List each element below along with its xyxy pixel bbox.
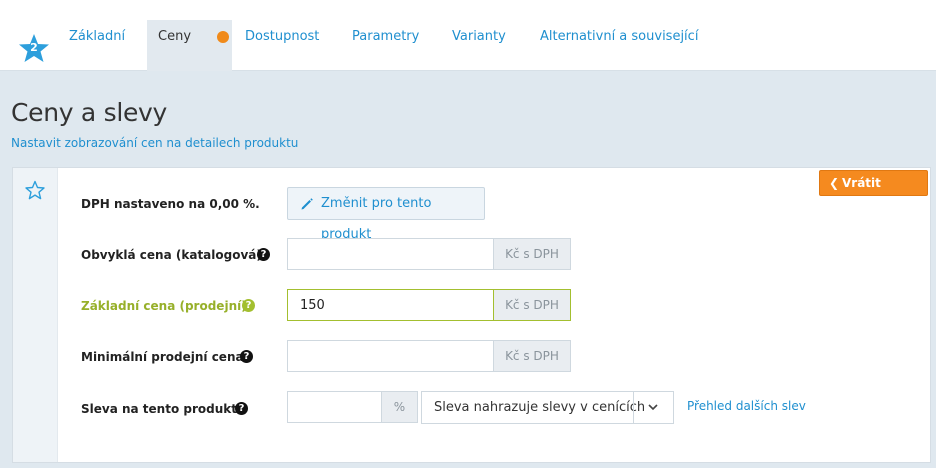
help-icon[interactable]: ? xyxy=(235,402,248,415)
min-price-label: Minimální prodejní cena xyxy=(81,350,244,364)
top-navigation-bar: 2 Základní Ceny Dostupnost Parametry Var… xyxy=(0,0,936,71)
pencil-icon xyxy=(301,198,313,210)
panel-sidebar xyxy=(13,168,58,462)
help-icon[interactable]: ? xyxy=(242,299,255,312)
base-price-input[interactable] xyxy=(287,289,494,321)
tab-label: Alternativní a související xyxy=(540,29,699,44)
favorite-star-icon[interactable] xyxy=(25,180,45,200)
regular-price-input[interactable] xyxy=(287,238,494,270)
change-vat-button[interactable]: Změnit pro tento produkt xyxy=(287,187,485,242)
regular-price-label: Obvyklá cena (katalogová) xyxy=(81,248,262,262)
min-price-input[interactable] xyxy=(287,340,494,372)
tab-alternativni[interactable]: Alternativní a související xyxy=(540,20,698,71)
step-star-badge: 2 xyxy=(18,33,50,63)
tab-zakladni[interactable]: Základní xyxy=(69,20,125,71)
revert-label: Vrátit změnu xyxy=(842,176,887,214)
tab-label: Ceny xyxy=(158,29,192,44)
help-icon[interactable]: ? xyxy=(257,248,270,261)
tab-label: Parametry xyxy=(352,29,420,44)
tab-label: Dostupnost xyxy=(245,29,320,44)
discount-label: Sleva na tento produkt xyxy=(81,402,237,416)
currency-addon: Kč s DPH xyxy=(493,340,571,372)
other-discounts-link[interactable]: Přehled dalších slev xyxy=(687,399,806,413)
select-value: Sleva nahrazuje slevy v cenících xyxy=(434,400,646,415)
tab-varianty[interactable]: Varianty xyxy=(452,20,506,71)
select-divider xyxy=(633,392,634,423)
tab-parametry[interactable]: Parametry xyxy=(352,20,419,71)
unsaved-indicator-dot xyxy=(217,31,229,43)
tab-dostupnost[interactable]: Dostupnost xyxy=(245,20,319,71)
step-number: 2 xyxy=(30,41,38,54)
discount-mode-select[interactable]: Sleva nahrazuje slevy v cenících xyxy=(421,391,674,424)
base-price-label: Základní cena (prodejní) xyxy=(81,299,247,313)
vat-label: DPH nastaveno na 0,00 %. xyxy=(81,197,260,211)
help-icon[interactable]: ? xyxy=(240,350,253,363)
percent-addon: % xyxy=(381,391,418,423)
page-subtitle: Nastavit zobrazování cen na detailech pr… xyxy=(11,136,299,150)
currency-addon: Kč s DPH xyxy=(493,238,571,270)
chevron-down-icon xyxy=(648,404,658,411)
revert-changes-button[interactable]: ❮ Vrátit změnu xyxy=(819,170,928,214)
tab-ceny[interactable]: Ceny xyxy=(147,20,232,71)
tab-label: Varianty xyxy=(452,29,506,44)
tab-label: Základní xyxy=(69,29,126,44)
page-title: Ceny a slevy xyxy=(11,98,168,127)
currency-addon: Kč s DPH xyxy=(493,289,571,321)
chevron-left-icon: ❮ xyxy=(829,176,840,190)
discount-input[interactable] xyxy=(287,391,382,423)
